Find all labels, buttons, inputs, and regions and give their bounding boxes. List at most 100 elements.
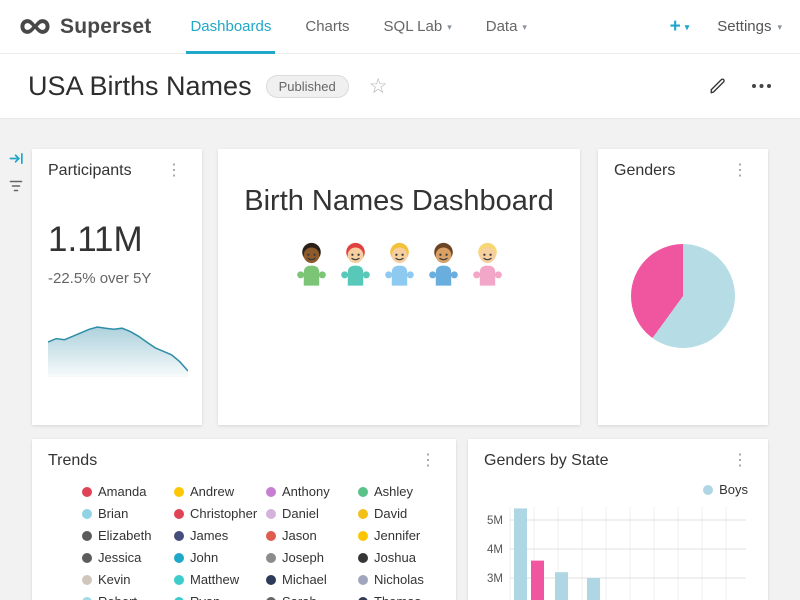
settings-label: Settings	[717, 18, 771, 35]
card-title: Genders by State	[484, 452, 609, 470]
nav-sql-lab[interactable]: SQL Lab ▾	[367, 0, 469, 53]
legend-item[interactable]: Anthony	[266, 484, 354, 499]
legend-label: Jessica	[98, 550, 141, 565]
legend-color-dot	[82, 553, 92, 563]
child-icon	[382, 240, 417, 286]
nav-data[interactable]: Data ▾	[469, 0, 544, 53]
legend-label: Thomas	[374, 594, 421, 600]
legend-item[interactable]: Kevin	[82, 572, 170, 587]
chevron-down-icon: ▾	[777, 20, 782, 33]
superset-logo[interactable]: Superset	[18, 15, 151, 39]
legend-item[interactable]: Michael	[266, 572, 354, 587]
legend-color-dot	[266, 487, 276, 497]
plus-icon: +	[670, 16, 681, 38]
legend-label: Ryan	[190, 594, 220, 600]
legend-color-dot	[174, 487, 184, 497]
legend-color-dot	[358, 531, 368, 541]
child-icon	[470, 240, 505, 286]
legend-color-dot	[174, 597, 184, 600]
legend-color-dot	[266, 575, 276, 585]
legend-label: Jennifer	[374, 528, 420, 543]
chart-legend[interactable]: Boys	[484, 482, 752, 497]
legend-color-dot	[82, 531, 92, 541]
legend-color-dot	[82, 509, 92, 519]
legend-item[interactable]: Joshua	[358, 550, 446, 565]
legend-color-dot	[174, 575, 184, 585]
legend-color-dot	[266, 509, 276, 519]
settings-menu[interactable]: Settings ▾	[717, 18, 782, 35]
legend-item[interactable]: John	[174, 550, 262, 565]
legend-item[interactable]: Elizabeth	[82, 528, 170, 543]
new-item-button[interactable]: + ▾	[670, 16, 690, 38]
gbs-legend-dot	[703, 485, 713, 495]
filter-icon[interactable]	[9, 179, 23, 198]
legend-item[interactable]: Thomas	[358, 594, 446, 600]
legend-item[interactable]: Joseph	[266, 550, 354, 565]
legend-item[interactable]: Jessica	[82, 550, 170, 565]
genders-pie-chart	[631, 244, 735, 348]
legend-color-dot	[82, 597, 92, 600]
legend-label: Kevin	[98, 572, 131, 587]
gbs-legend-label: Boys	[719, 482, 748, 497]
legend-item[interactable]: Daniel	[266, 506, 354, 521]
kebab-menu-icon[interactable]: ⋮	[162, 162, 186, 180]
more-options-icon[interactable]	[751, 83, 772, 89]
legend-item[interactable]: Ashley	[358, 484, 446, 499]
legend-label: Anthony	[282, 484, 330, 499]
card-title: Trends	[48, 452, 97, 470]
legend-label: Joseph	[282, 550, 324, 565]
genders-by-state-card: Genders by State ⋮ Boys 5M4M3M	[468, 439, 768, 600]
legend-label: David	[374, 506, 407, 521]
children-illustration	[234, 240, 564, 286]
status-badge[interactable]: Published	[266, 75, 349, 98]
legend-item[interactable]: Brian	[82, 506, 170, 521]
svg-text:3M: 3M	[487, 573, 503, 585]
legend-color-dot	[358, 509, 368, 519]
legend-color-dot	[174, 531, 184, 541]
legend-item[interactable]: Ryan	[174, 594, 262, 600]
kebab-menu-icon[interactable]: ⋮	[728, 452, 752, 470]
legend-label: Michael	[282, 572, 327, 587]
participants-card: Participants ⋮ 1.11M -22.5% over 5Y	[32, 149, 202, 425]
kebab-menu-icon[interactable]: ⋮	[416, 452, 440, 470]
edit-pencil-icon[interactable]	[709, 77, 727, 95]
dashboard-header: USA Births Names Published ☆	[0, 54, 800, 119]
legend-label: Elizabeth	[98, 528, 151, 543]
favorite-star-icon[interactable]: ☆	[369, 76, 388, 97]
child-icon	[426, 240, 461, 286]
legend-label: John	[190, 550, 218, 565]
legend-color-dot	[82, 487, 92, 497]
legend-item[interactable]: Robert	[82, 594, 170, 600]
legend-item[interactable]: Christopher	[174, 506, 262, 521]
dashboard-grid: Participants ⋮ 1.11M -22.5% over 5Y Birt…	[0, 119, 800, 600]
legend-item[interactable]: Andrew	[174, 484, 262, 499]
legend-label: Brian	[98, 506, 128, 521]
nav-dashboards[interactable]: Dashboards	[173, 0, 288, 53]
genders-by-state-chart: 5M4M3M	[484, 503, 752, 600]
top-navbar: Superset Dashboards Charts SQL Lab ▾ Dat…	[0, 0, 800, 54]
nav-label: Charts	[305, 18, 349, 35]
nav-charts[interactable]: Charts	[288, 0, 366, 53]
legend-label: Joshua	[374, 550, 416, 565]
legend-color-dot	[358, 553, 368, 563]
legend-item[interactable]: Nicholas	[358, 572, 446, 587]
expand-filter-bar-icon[interactable]	[9, 151, 24, 171]
legend-item[interactable]: Jennifer	[358, 528, 446, 543]
kebab-menu-icon[interactable]: ⋮	[728, 162, 752, 180]
legend-item[interactable]: Jason	[266, 528, 354, 543]
child-icon	[338, 240, 373, 286]
legend-item[interactable]: Sarah	[266, 594, 354, 600]
participants-sparkline	[48, 321, 188, 377]
legend-item[interactable]: James	[174, 528, 262, 543]
legend-color-dot	[174, 553, 184, 563]
legend-label: Robert	[98, 594, 137, 600]
legend-label: James	[190, 528, 228, 543]
legend-color-dot	[358, 597, 368, 600]
legend-item[interactable]: David	[358, 506, 446, 521]
header-actions	[709, 77, 772, 95]
big-number: 1.11M	[48, 220, 186, 260]
nav-label: SQL Lab	[384, 18, 443, 35]
brand-name: Superset	[60, 15, 151, 39]
legend-item[interactable]: Matthew	[174, 572, 262, 587]
legend-item[interactable]: Amanda	[82, 484, 170, 499]
